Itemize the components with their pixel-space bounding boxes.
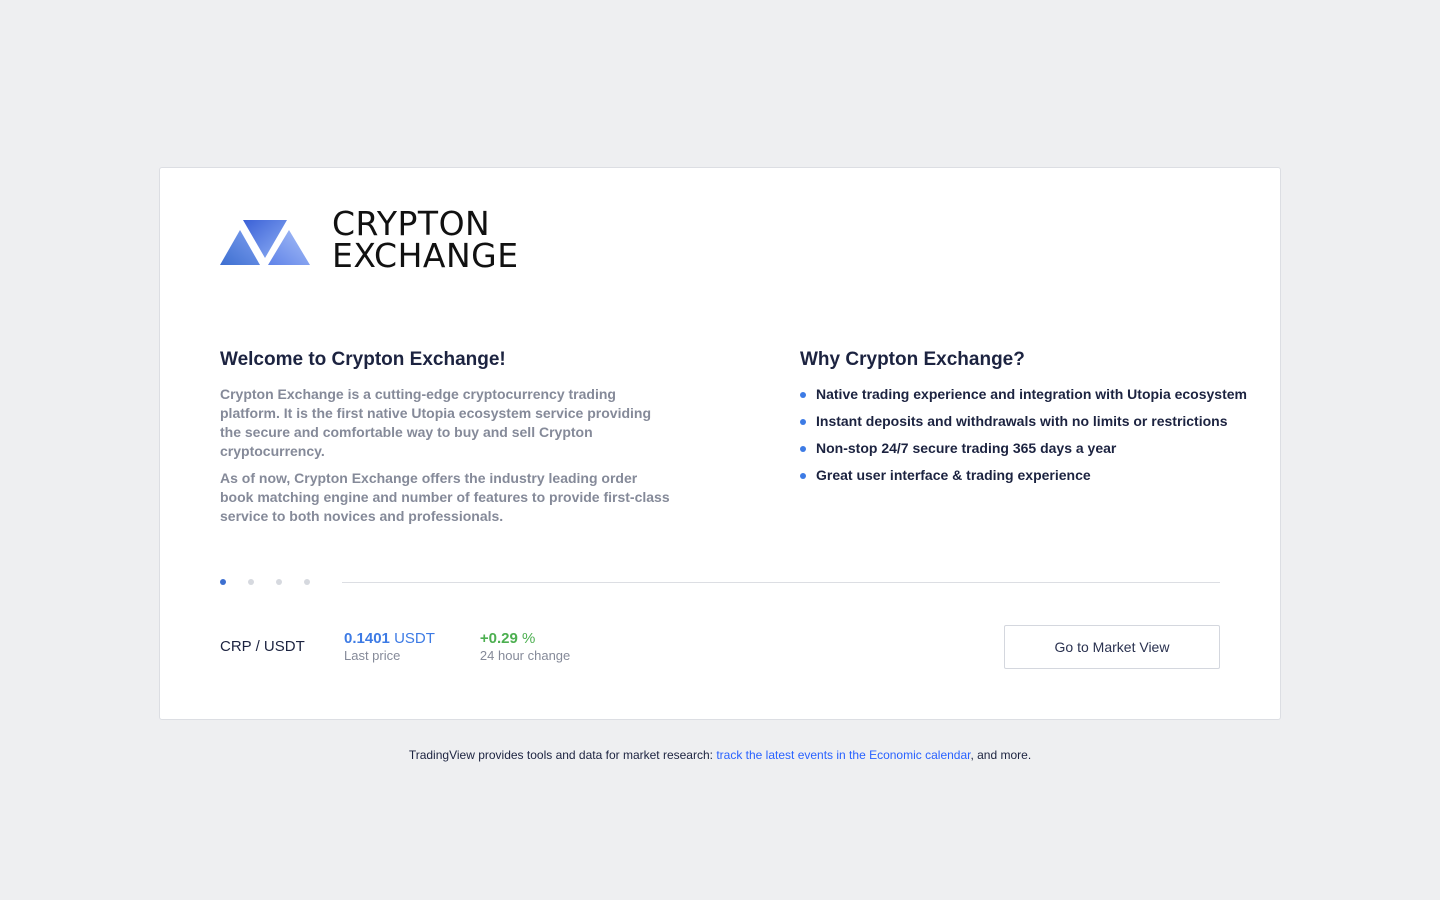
footer-suffix: , and more. xyxy=(970,748,1032,762)
last-price-label: Last price xyxy=(344,648,401,663)
divider xyxy=(342,582,1220,583)
change-number: +0.29 xyxy=(479,630,518,647)
brand-wordmark: CRYPTON EXCHANGE xyxy=(332,207,519,275)
feature-item: Non-stop 24/7 secure trading 365 days a … xyxy=(800,439,1240,458)
welcome-title: Welcome to Crypton Exchange! xyxy=(220,349,506,370)
slide-pager xyxy=(220,579,332,585)
feature-item: Native trading experience and integratio… xyxy=(800,385,1247,404)
crypton-triangles-logo-icon xyxy=(220,220,310,265)
feature-item: Great user interface & trading experienc… xyxy=(800,466,1240,485)
feature-list: Native trading experience and integratio… xyxy=(800,385,1247,485)
welcome-paragraph: Crypton Exchange is a cutting-edge crypt… xyxy=(220,386,652,459)
change-value: +0.29 % xyxy=(480,630,570,648)
welcome-section: Welcome to Crypton Exchange! Crypton Exc… xyxy=(220,348,670,534)
feature-text: Non-stop 24/7 secure trading 365 days a … xyxy=(816,440,1117,456)
brand-line-2: EXCHANGE xyxy=(332,236,519,275)
welcome-paragraph: As of now, Crypton Exchange offers the i… xyxy=(220,470,670,524)
bullet-icon xyxy=(800,446,806,452)
footer-prefix: TradingView provides tools and data for … xyxy=(408,748,717,762)
pager-dot-4[interactable] xyxy=(304,579,310,585)
bullet-icon xyxy=(800,473,806,479)
feature-item: Instant deposits and withdrawals with no… xyxy=(800,412,1240,431)
last-price-stat: 0.1401 USDT Last price xyxy=(344,630,435,664)
go-to-market-view-button[interactable]: Go to Market View xyxy=(1004,625,1220,669)
feature-text: Great user interface & trading experienc… xyxy=(816,467,1091,483)
last-price-number: 0.1401 xyxy=(344,630,390,647)
market-ticker: CRP / USDT 0.1401 USDT Last price +0.29 … xyxy=(220,630,615,664)
pager-dot-1[interactable] xyxy=(220,579,226,585)
feature-text: Native trading experience and integratio… xyxy=(816,386,1247,402)
feature-text: Instant deposits and withdrawals with no… xyxy=(816,413,1228,429)
last-price-value: 0.1401 USDT xyxy=(344,630,435,648)
bullet-icon xyxy=(800,419,806,425)
change-unit: % xyxy=(522,630,536,647)
why-title: Why Crypton Exchange? xyxy=(800,349,1025,370)
bullet-icon xyxy=(800,392,806,398)
change-stat: +0.29 % 24 hour change xyxy=(480,630,570,664)
why-section: Why Crypton Exchange? Native trading exp… xyxy=(800,348,1247,493)
pager-dot-2[interactable] xyxy=(248,579,254,585)
change-label: 24 hour change xyxy=(479,648,571,663)
trading-pair: CRP / USDT xyxy=(220,638,305,655)
economic-calendar-link[interactable]: track the latest events in the Economic … xyxy=(716,748,970,762)
exchange-widget-card: CRYPTON EXCHANGE Welcome to Crypton Exch… xyxy=(159,167,1281,720)
footer-attribution: TradingView provides tools and data for … xyxy=(0,748,1440,762)
crypton-logo: CRYPTON EXCHANGE xyxy=(220,207,519,275)
pager-dot-3[interactable] xyxy=(276,579,282,585)
last-price-unit: USDT xyxy=(394,630,435,647)
